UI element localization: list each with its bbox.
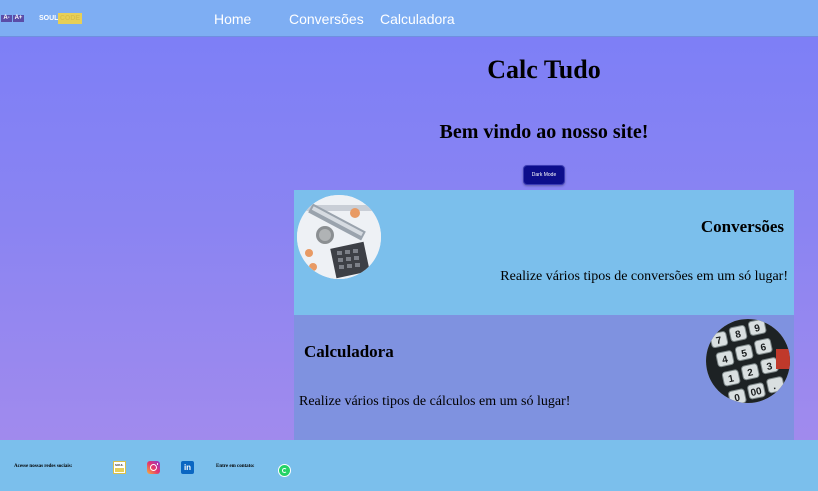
conversoes-card[interactable]: Conversões Realize vários tipos de conve… — [294, 190, 794, 315]
calculadora-heading: Calculadora — [304, 342, 394, 361]
nav-link-home[interactable]: Home — [214, 11, 251, 27]
calculadora-text: Realize vários tipos de cálculos em um s… — [299, 394, 571, 409]
calculator-keys-photo-icon: 789 456 123 0 00. — [706, 319, 790, 403]
calculadora-card[interactable]: 789 456 123 0 00. Calculadora Realize vár… — [294, 315, 794, 440]
linkedin-icon[interactable]: in — [181, 461, 194, 474]
logo-right-text: CODE — [58, 13, 82, 24]
nav-link-calculadora[interactable]: Calculadora — [380, 11, 455, 27]
caliper-coins-photo-icon — [297, 195, 381, 279]
decrease-font-button[interactable]: A- — [1, 15, 12, 22]
conversoes-text: Realize vários tipos de conversões em um… — [500, 269, 788, 284]
page-title: Calc Tudo — [487, 55, 601, 84]
dark-mode-button[interactable]: Dark Mode — [523, 165, 565, 185]
social-networks-label: Acesse nossas redes sociais: — [14, 464, 73, 469]
logo-left-text: SOUL — [39, 15, 59, 22]
contact-label: Entre em contato: — [216, 464, 255, 469]
nav-link-conversoes[interactable]: Conversões — [289, 11, 364, 27]
soulcode-logo[interactable]: SOUL CODE — [39, 12, 83, 25]
soulcode-icon[interactable]: SOUL — [113, 461, 126, 474]
welcome-heading: Bem vindo ao nosso site! — [439, 121, 649, 143]
conversoes-heading: Conversões — [700, 217, 784, 236]
increase-font-button[interactable]: A+ — [13, 15, 24, 22]
instagram-icon[interactable] — [147, 461, 160, 474]
footer: Acesse nossas redes sociais: SOUL in Ent… — [0, 440, 818, 491]
top-navbar: A- A+ SOUL CODE Home Conversões Calculad… — [0, 0, 818, 37]
whatsapp-icon[interactable] — [278, 464, 291, 477]
